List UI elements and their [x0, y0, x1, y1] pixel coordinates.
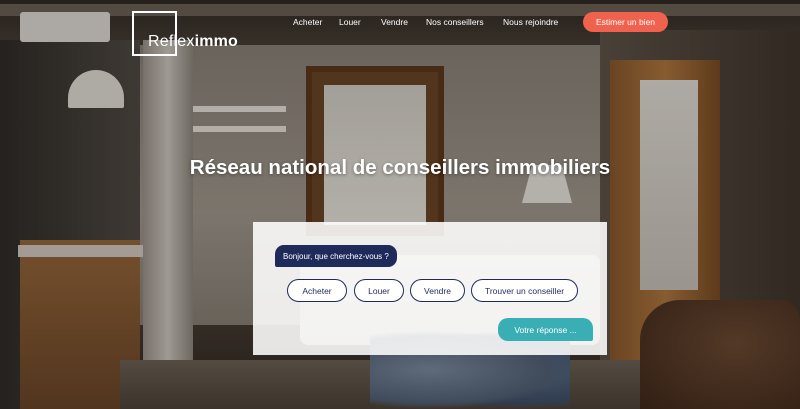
- logo-word-reflex: Reflex: [148, 33, 195, 50]
- nav-item-louer[interactable]: Louer: [339, 17, 361, 27]
- nav-item-nous-rejoindre[interactable]: Nous rejoindre: [503, 17, 558, 27]
- nav-item-acheter[interactable]: Acheter: [293, 17, 322, 27]
- chat-question-bubble: Bonjour, que cherchez-vous ?: [275, 245, 397, 267]
- hero-headline: Réseau national de conseillers immobilie…: [189, 156, 611, 179]
- choice-vendre-button[interactable]: Vendre: [410, 279, 465, 302]
- choice-louer-button[interactable]: Louer: [354, 279, 404, 302]
- your-answer-button[interactable]: Votre réponse ...: [498, 318, 593, 341]
- choice-find-advisor-button[interactable]: Trouver un conseiller: [471, 279, 578, 302]
- nav-item-nos-conseillers[interactable]: Nos conseillers: [426, 17, 484, 27]
- chat-panel: Bonjour, que cherchez-vous ? Acheter Lou…: [253, 222, 607, 355]
- logo-word-immo: immo: [194, 33, 239, 50]
- choice-acheter-button[interactable]: Acheter: [287, 279, 347, 302]
- logo[interactable]: Refleximmo: [132, 11, 252, 56]
- estimate-property-button[interactable]: Estimer un bien: [583, 12, 668, 32]
- logo-text: Refleximmo: [148, 33, 238, 51]
- nav-item-vendre[interactable]: Vendre: [381, 17, 408, 27]
